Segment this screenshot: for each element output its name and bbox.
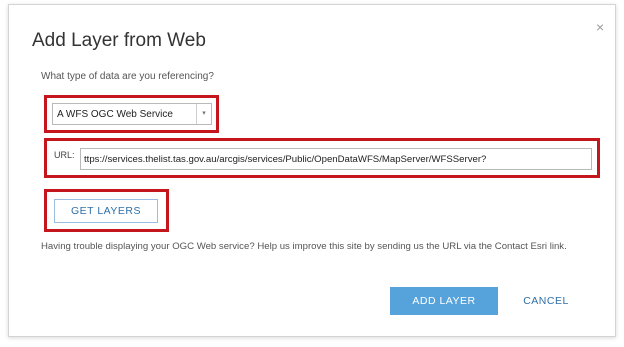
data-type-select-value: A WFS OGC Web Service	[57, 109, 173, 120]
url-label: URL:	[54, 150, 75, 160]
close-icon[interactable]: ×	[596, 20, 604, 34]
get-layers-button[interactable]: GET LAYERS	[54, 199, 158, 223]
add-layer-button[interactable]: ADD LAYER	[390, 287, 498, 315]
cancel-button[interactable]: CANCEL	[508, 287, 584, 315]
chevron-down-icon: ▾	[196, 104, 211, 124]
help-text: Having trouble displaying your OGC Web s…	[41, 241, 567, 252]
dialog-title: Add Layer from Web	[32, 30, 206, 51]
data-type-select[interactable]: A WFS OGC Web Service ▾	[52, 103, 212, 125]
data-type-question: What type of data are you referencing?	[41, 71, 214, 82]
url-input[interactable]: ttps://services.thelist.tas.gov.au/arcgi…	[80, 148, 592, 170]
